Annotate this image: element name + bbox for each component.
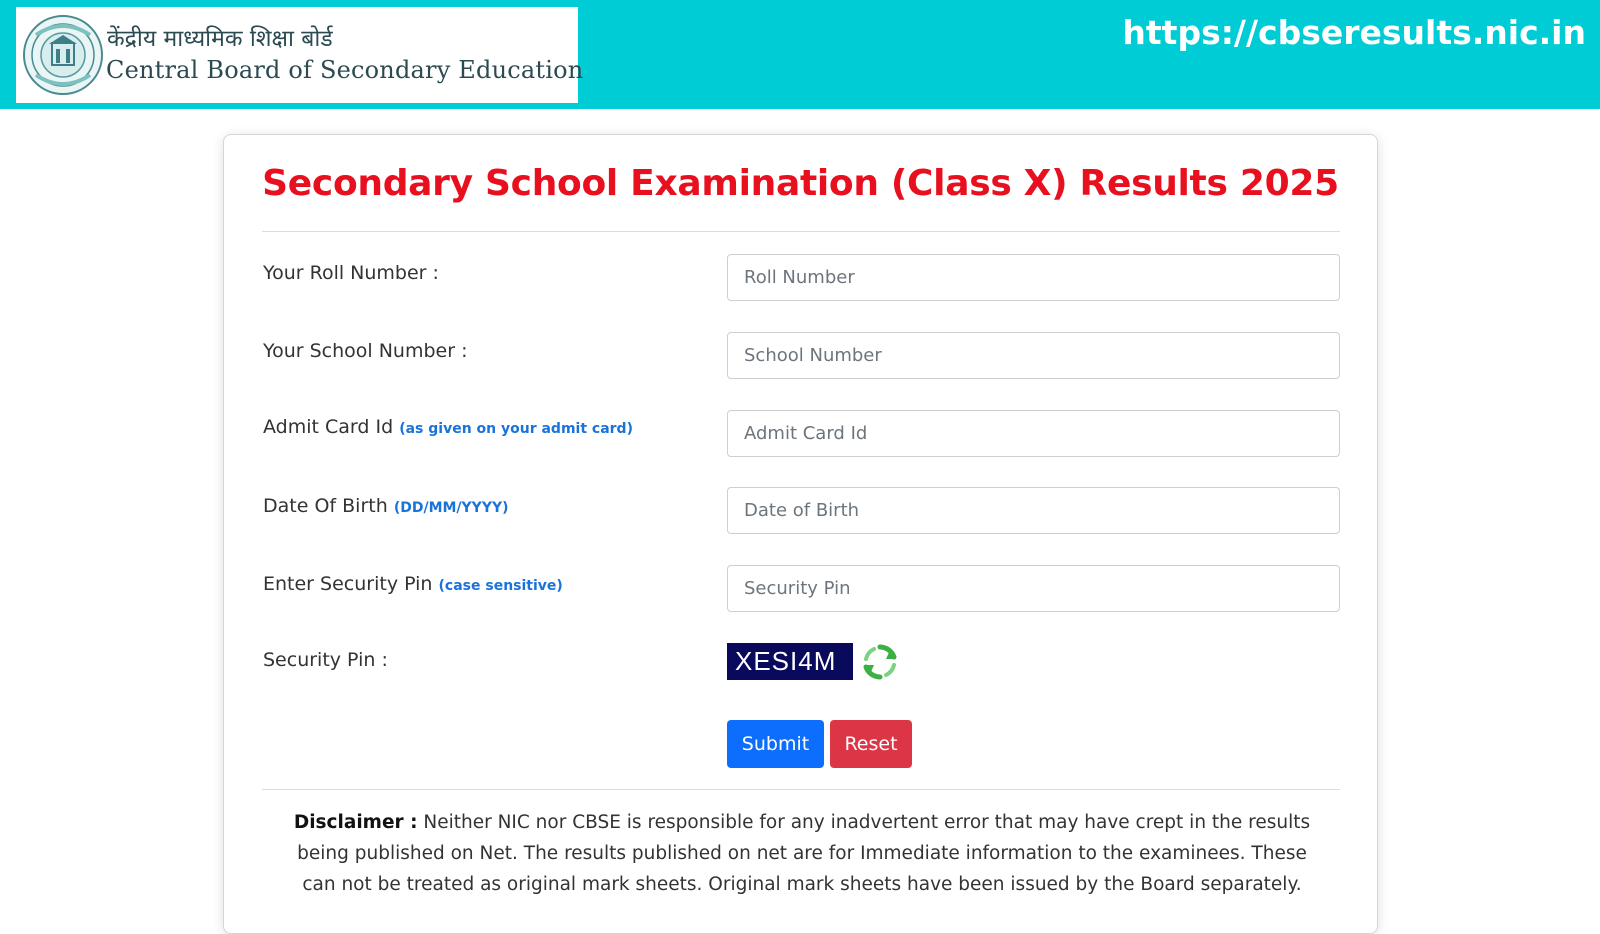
disclaimer-text: Disclaimer : Neither NIC nor CBSE is res…: [284, 807, 1320, 900]
board-name-english: Central Board of Secondary Education: [106, 56, 584, 84]
cbse-logo[interactable]: केंद्रीय माध्यमिक शिक्षा बोर्ड Central B…: [16, 7, 583, 103]
disclaimer-heading: Disclaimer :: [293, 812, 418, 833]
admit-card-input[interactable]: [727, 410, 1340, 457]
page-title: Secondary School Examination (Class X) R…: [262, 163, 1339, 204]
roll-number-input[interactable]: [727, 254, 1340, 301]
submit-button[interactable]: Submit: [727, 720, 824, 768]
disclaimer-body: Neither NIC nor CBSE is responsible for …: [297, 812, 1311, 895]
divider: [262, 789, 1340, 790]
security-pin-input[interactable]: [727, 565, 1340, 612]
security-pin-hint: (case sensitive): [438, 578, 563, 594]
dob-hint: (DD/MM/YYYY): [393, 500, 509, 516]
school-number-input[interactable]: [727, 332, 1340, 379]
dob-input[interactable]: [727, 487, 1340, 534]
roll-number-label: Your Roll Number :: [263, 262, 439, 284]
reset-button[interactable]: Reset: [830, 720, 912, 768]
security-pin-label: Enter Security Pin (case sensitive): [263, 573, 563, 595]
cbse-emblem-icon: [23, 15, 103, 95]
refresh-icon[interactable]: [860, 642, 900, 682]
divider: [262, 231, 1340, 232]
captcha-image: XESI4M: [727, 643, 853, 680]
school-number-label: Your School Number :: [263, 340, 468, 362]
admit-card-label: Admit Card Id (as given on your admit ca…: [263, 416, 633, 438]
captcha-label: Security Pin :: [263, 649, 388, 671]
dob-label: Date Of Birth (DD/MM/YYYY): [263, 495, 509, 517]
site-url: https://cbseresults.nic.in: [1122, 13, 1586, 52]
header-bar: केंद्रीय माध्यमिक शिक्षा बोर्ड Central B…: [0, 0, 1600, 109]
admit-card-hint: (as given on your admit card): [399, 421, 633, 437]
result-form-card: Secondary School Examination (Class X) R…: [223, 134, 1378, 934]
board-name-hindi: केंद्रीय माध्यमिक शिक्षा बोर्ड: [107, 26, 333, 52]
